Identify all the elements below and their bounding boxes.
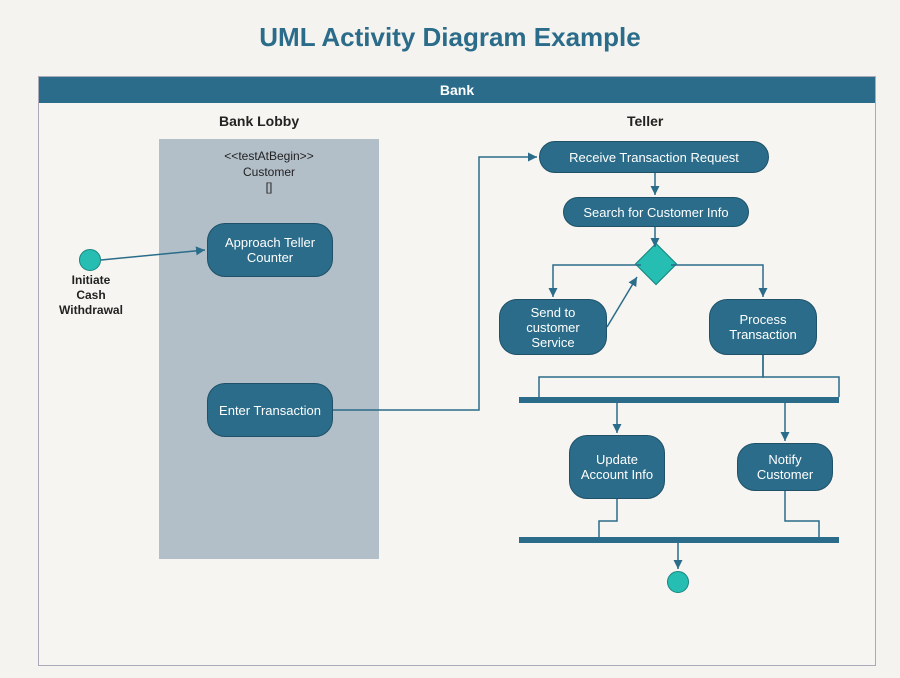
activity-enter-transaction: Enter Transaction <box>207 383 333 437</box>
lane-label-teller: Teller <box>627 113 663 129</box>
activity-send-customer-service: Send to customer Service <box>499 299 607 355</box>
partition-stereotype: <<testAtBegin>> Customer [] <box>169 149 369 196</box>
partition-guard: [] <box>266 180 273 194</box>
initial-node <box>79 249 101 271</box>
fork-bar <box>519 397 839 403</box>
pool-frame: Bank Bank Lobby Teller <<testAtBegin>> C… <box>38 76 876 666</box>
activity-update-account-info: Update Account Info <box>569 435 665 499</box>
diagram-title: UML Activity Diagram Example <box>0 0 900 53</box>
activity-receive-transaction-request: Receive Transaction Request <box>539 141 769 173</box>
join-bar <box>519 537 839 543</box>
stereotype-text: <<testAtBegin>> <box>224 149 313 163</box>
activity-approach-teller-counter: Approach Teller Counter <box>207 223 333 277</box>
activity-search-customer-info: Search for Customer Info <box>563 197 749 227</box>
partition-customer <box>159 139 379 559</box>
partition-name: Customer <box>243 165 295 179</box>
decision-node <box>635 243 677 285</box>
pool-header: Bank <box>39 77 875 103</box>
activity-notify-customer: Notify Customer <box>737 443 833 491</box>
lane-label-lobby: Bank Lobby <box>219 113 299 129</box>
final-node <box>667 571 689 593</box>
activity-process-transaction: Process Transaction <box>709 299 817 355</box>
initial-node-label: Initiate Cash Withdrawal <box>49 273 133 318</box>
